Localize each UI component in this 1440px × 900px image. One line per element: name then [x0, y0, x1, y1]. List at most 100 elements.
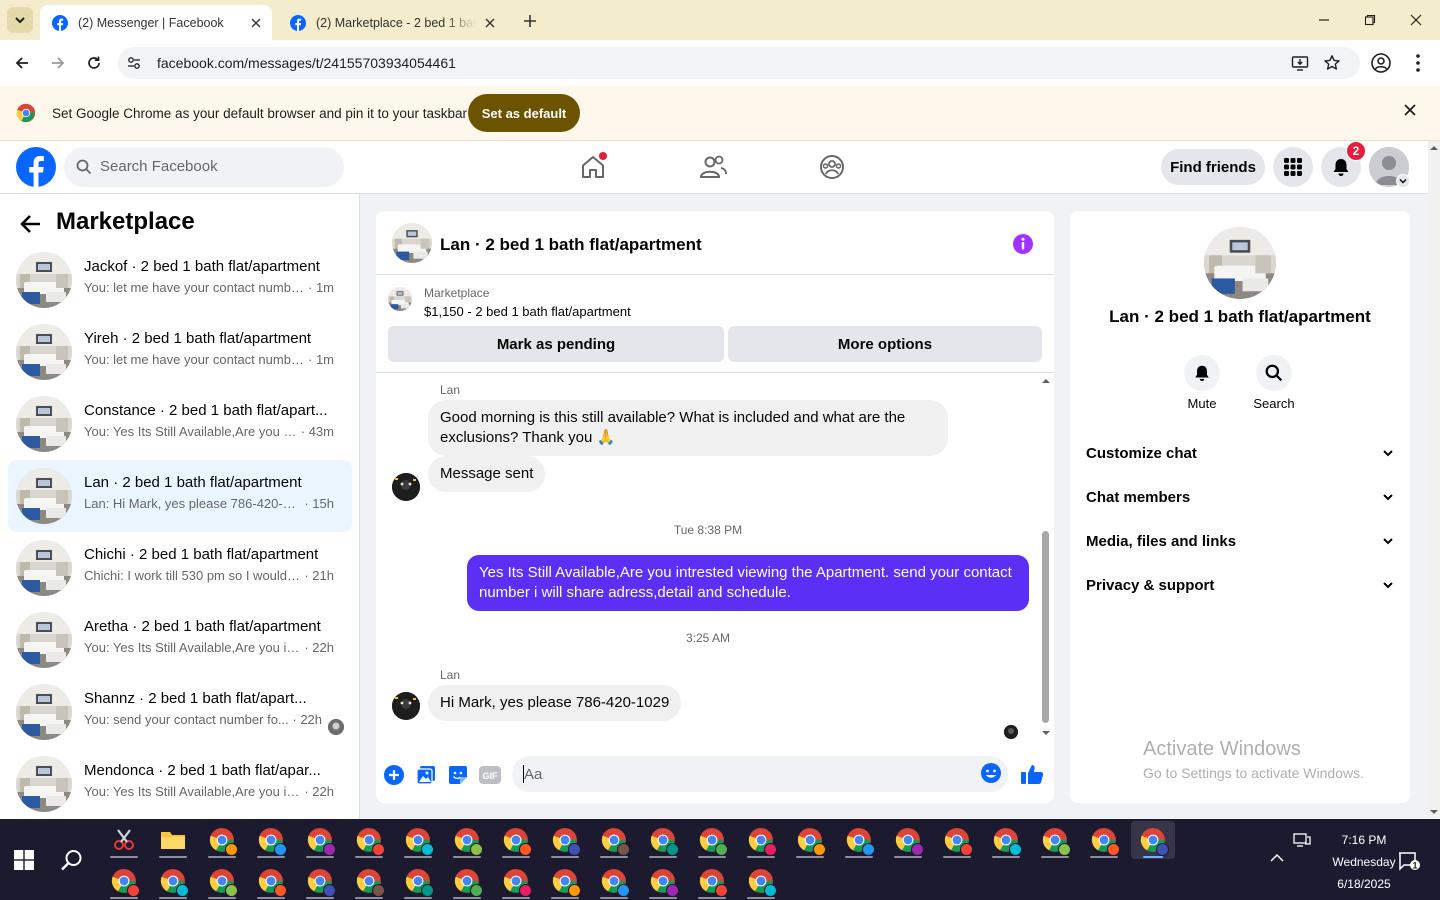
conversation-item[interactable]: Shannz · 2 bed 1 bath flat/apart... You: …	[8, 676, 352, 748]
action-center-icon[interactable]: 1	[1398, 851, 1420, 871]
chat-avatar[interactable]	[392, 223, 432, 263]
forward-button[interactable]	[45, 50, 71, 76]
scroll-up-icon[interactable]	[1040, 377, 1052, 385]
message-bubble-outgoing[interactable]: Yes Its Still Available,Are you intreste…	[467, 555, 1029, 611]
close-infobar-icon[interactable]	[1404, 104, 1416, 116]
chrome-taskbar-icon[interactable]	[151, 862, 195, 900]
sender-avatar[interactable]	[392, 692, 420, 720]
chrome-taskbar-icon[interactable]	[200, 862, 244, 900]
scroll-up-icon[interactable]	[1428, 143, 1440, 153]
find-friends-button[interactable]: Find friends	[1161, 149, 1265, 185]
chrome-taskbar-icon[interactable]	[1131, 821, 1175, 859]
chrome-taskbar-icon[interactable]	[935, 821, 979, 859]
reload-button[interactable]	[81, 50, 107, 76]
chrome-taskbar-icon[interactable]	[200, 821, 244, 859]
bookmark-star-icon[interactable]	[1322, 53, 1342, 73]
chrome-taskbar-icon[interactable]	[298, 821, 342, 859]
chrome-taskbar-icon[interactable]	[739, 862, 783, 900]
chrome-taskbar-icon[interactable]	[347, 862, 391, 900]
chrome-taskbar-icon[interactable]	[494, 862, 538, 900]
set-as-default-button[interactable]: Set as default	[468, 94, 580, 132]
chrome-taskbar-icon[interactable]	[396, 862, 440, 900]
network-icon[interactable]	[1293, 833, 1311, 847]
chat-members-section[interactable]: Chat members	[1078, 475, 1402, 519]
chrome-taskbar-icon[interactable]	[837, 821, 881, 859]
message-bubble-incoming[interactable]: Message sent	[428, 456, 546, 492]
back-button[interactable]	[9, 50, 35, 76]
chrome-taskbar-icon[interactable]	[1082, 821, 1126, 859]
customize-chat-section[interactable]: Customize chat	[1078, 431, 1402, 475]
scroll-down-icon[interactable]	[1040, 729, 1052, 737]
close-tab-icon[interactable]	[246, 13, 266, 33]
scroll-down-icon[interactable]	[1428, 807, 1440, 817]
emoji-icon[interactable]	[980, 762, 1002, 784]
conversation-item[interactable]: Aretha · 2 bed 1 bath flat/apartment You:…	[8, 604, 352, 676]
message-input[interactable]: Aa	[512, 756, 1008, 792]
listing-description[interactable]: $1,150 - 2 bed 1 bath flat/apartment	[424, 304, 631, 319]
contact-avatar[interactable]	[1204, 227, 1276, 299]
new-tab-button[interactable]	[518, 9, 542, 33]
sender-avatar[interactable]	[392, 473, 420, 501]
taskbar-clock[interactable]: 7:16 PM Wednesday 6/18/2025	[1318, 829, 1410, 895]
address-bar[interactable]: facebook.com/messages/t/2415570393405446…	[118, 47, 1360, 79]
chrome-taskbar-icon[interactable]	[298, 862, 342, 900]
listing-thumbnail[interactable]	[388, 287, 412, 311]
search-in-chat-button[interactable]: Search	[1244, 355, 1304, 411]
restore-button[interactable]	[1350, 6, 1390, 34]
message-bubble-incoming[interactable]: Hi Mark, yes please 786-420-1029	[428, 685, 682, 721]
snipping-tool-taskbar-icon[interactable]	[102, 821, 146, 859]
chrome-taskbar-icon[interactable]	[886, 821, 930, 859]
taskbar-search-icon[interactable]	[60, 848, 84, 872]
back-arrow-icon[interactable]	[20, 214, 42, 234]
scroll-thumb[interactable]	[1042, 531, 1049, 723]
chrome-taskbar-icon[interactable]	[347, 821, 391, 859]
chrome-taskbar-icon[interactable]	[249, 862, 293, 900]
conversation-item[interactable]: Yireh · 2 bed 1 bath flat/apartment You: …	[8, 316, 352, 388]
minimize-button[interactable]	[1304, 6, 1344, 34]
chrome-taskbar-icon[interactable]	[543, 821, 587, 859]
facebook-search-input[interactable]: Search Facebook	[64, 147, 344, 187]
chrome-profile-icon[interactable]	[1370, 52, 1392, 74]
chrome-taskbar-icon[interactable]	[396, 821, 440, 859]
conversation-item[interactable]: Lan · 2 bed 1 bath flat/apartment Lan: Hi…	[8, 460, 352, 532]
chrome-taskbar-icon[interactable]	[984, 821, 1028, 859]
chrome-taskbar-icon[interactable]	[788, 821, 832, 859]
chrome-taskbar-icon[interactable]	[690, 821, 734, 859]
facebook-logo-icon[interactable]	[16, 147, 56, 187]
tab-marketplace[interactable]: (2) Marketplace - 2 bed 1 bath flat/apar…	[278, 5, 506, 40]
menu-button[interactable]	[1273, 147, 1313, 187]
conversation-item[interactable]: Chichi · 2 bed 1 bath flat/apartment Chic…	[8, 532, 352, 604]
chrome-taskbar-icon[interactable]	[543, 862, 587, 900]
site-settings-icon[interactable]	[126, 55, 142, 71]
chrome-taskbar-icon[interactable]	[494, 821, 538, 859]
chrome-taskbar-icon[interactable]	[1033, 821, 1077, 859]
chrome-taskbar-icon[interactable]	[249, 821, 293, 859]
nav-groups[interactable]	[812, 149, 852, 185]
sticker-icon[interactable]	[446, 763, 470, 787]
mute-button[interactable]: Mute	[1172, 355, 1232, 411]
chrome-taskbar-icon[interactable]	[445, 862, 489, 900]
chrome-taskbar-icon[interactable]	[592, 862, 636, 900]
nav-friends[interactable]	[693, 149, 733, 185]
conversation-item[interactable]: Mendonca · 2 bed 1 bath flat/apar... You:…	[8, 748, 352, 819]
chrome-taskbar-icon[interactable]	[102, 862, 146, 900]
chrome-taskbar-icon[interactable]	[739, 821, 783, 859]
chrome-menu-icon[interactable]	[1410, 52, 1426, 74]
windows-start-icon[interactable]	[14, 850, 34, 870]
show-hidden-icons-chevron-icon[interactable]	[1270, 853, 1284, 863]
chrome-taskbar-icon[interactable]	[592, 821, 636, 859]
page-scrollbar[interactable]	[1428, 141, 1440, 819]
nav-home[interactable]	[573, 149, 613, 185]
message-bubble-incoming[interactable]: Good morning is this still available? Wh…	[428, 400, 948, 456]
info-icon[interactable]	[1012, 233, 1034, 255]
install-app-icon[interactable]	[1290, 53, 1310, 73]
tab-messenger[interactable]: (2) Messenger | Facebook	[40, 5, 272, 40]
account-chevron-icon[interactable]	[1396, 174, 1410, 188]
chrome-taskbar-icon[interactable]	[445, 821, 489, 859]
thumbs-up-icon[interactable]	[1019, 761, 1045, 787]
chrome-taskbar-icon[interactable]	[641, 821, 685, 859]
close-window-button[interactable]	[1396, 6, 1436, 34]
privacy-support-section[interactable]: Privacy & support	[1078, 563, 1402, 607]
media-files-links-section[interactable]: Media, files and links	[1078, 519, 1402, 563]
thread-scrollbar[interactable]	[1040, 377, 1052, 747]
